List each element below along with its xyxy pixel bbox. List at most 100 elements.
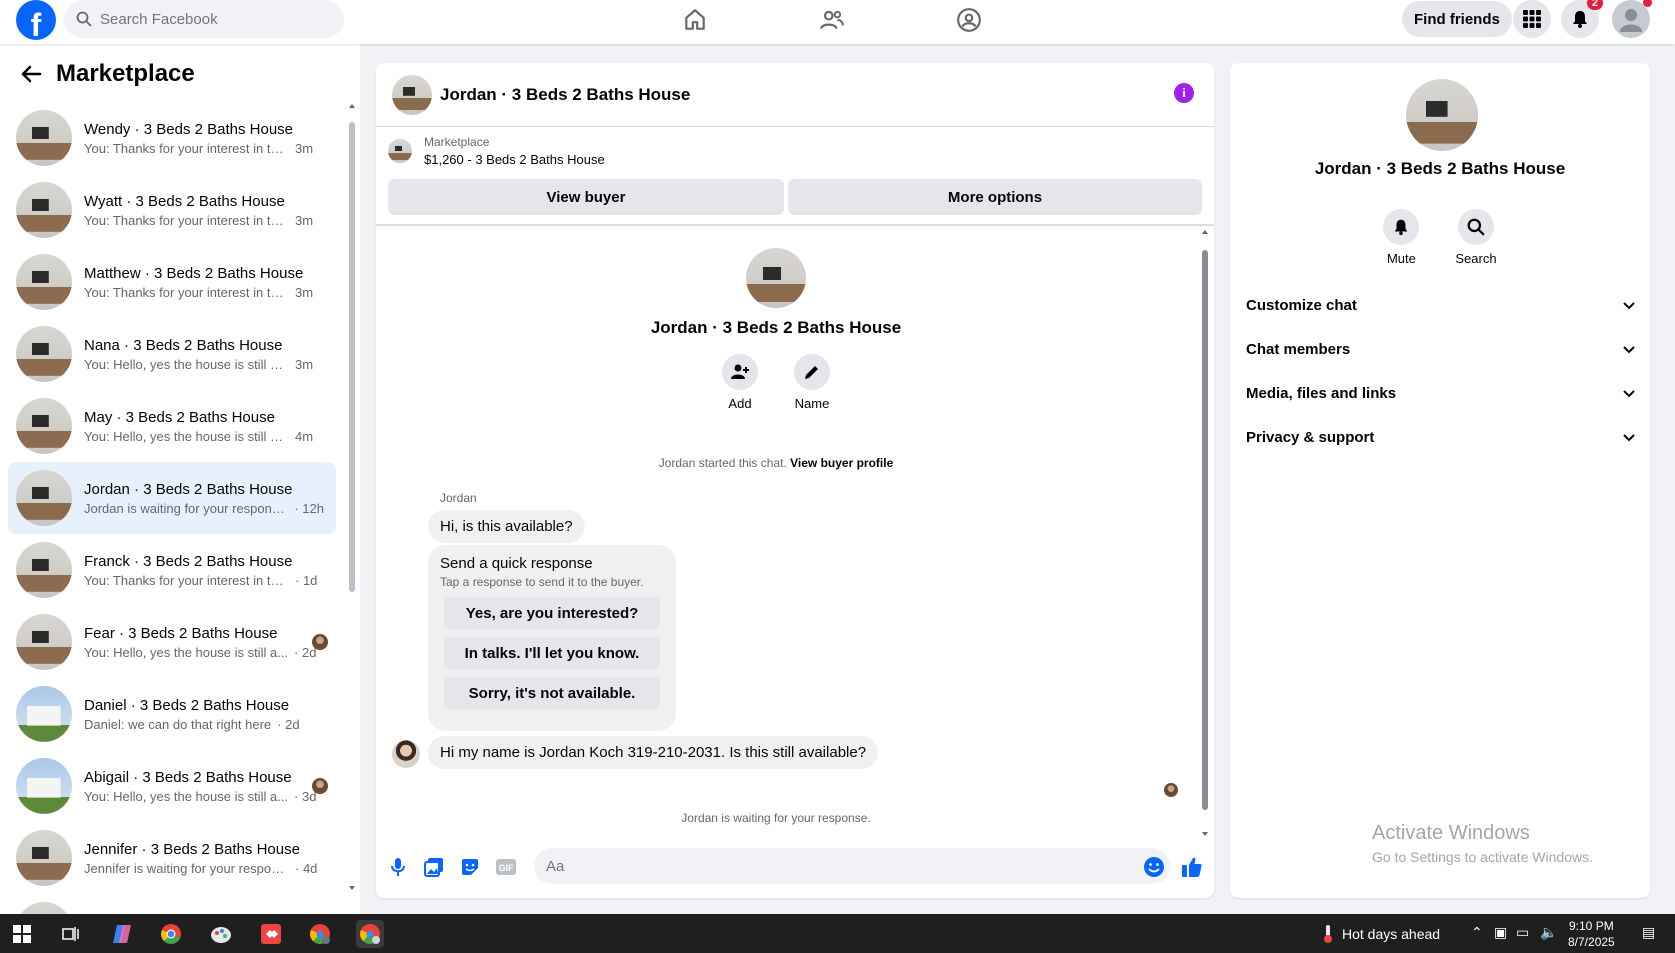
conversation-snippet-row: You: Hello, yes the house is still a... ·…: [84, 789, 324, 804]
conversation-item[interactable]: Franck · 3 Beds 2 Baths House You: Thanks…: [8, 534, 336, 606]
sidebar-scrollbar[interactable]: [348, 102, 356, 892]
conversation-name: Wendy · 3 Beds 2 Baths House: [84, 120, 294, 138]
quick-response-card: Send a quick response Tap a response to …: [428, 545, 676, 731]
chrome-profile-b-icon[interactable]: [306, 920, 334, 948]
notifications-icon[interactable]: ▤: [1642, 925, 1655, 941]
home-icon[interactable]: [675, 4, 715, 36]
scrollbar-thumb[interactable]: [1202, 250, 1208, 810]
search-input[interactable]: [100, 10, 320, 28]
conversation-item[interactable]: Abigail · 3 Beds 2 Baths House You: Hello…: [8, 750, 336, 822]
system-clock[interactable]: 9:10 PM 8/7/2025: [1568, 918, 1615, 950]
section-label: Media, files and links: [1246, 384, 1397, 402]
media-files-links-section[interactable]: Media, files and links: [1246, 373, 1636, 413]
conversation-text: Matthew · 3 Beds 2 Baths House You: Thank…: [84, 265, 324, 300]
add-people-button[interactable]: Add: [722, 354, 758, 411]
pencil-icon: [805, 366, 818, 379]
view-buyer-profile-link[interactable]: View buyer profile: [790, 456, 893, 470]
paint-app-icon[interactable]: [207, 920, 235, 948]
conversation-time: · 4d: [295, 860, 318, 876]
quick-response-title: Send a quick response: [440, 555, 593, 572]
conversation-name: Abigail · 3 Beds 2 Baths House: [84, 768, 292, 786]
conversation-item[interactable]: Wyatt · 3 Beds 2 Baths House You: Thanks …: [8, 174, 336, 246]
message-input[interactable]: [534, 848, 1170, 884]
conversation-snippet: You: Thanks for your interest in the ...: [84, 572, 289, 588]
conversation-snippet: You: Hello, yes the house is still a...: [84, 644, 289, 660]
profile-avatar[interactable]: [1612, 0, 1652, 38]
sidebar-header: Marketplace: [20, 60, 195, 88]
find-friends-button[interactable]: Find friends: [1402, 1, 1512, 37]
copilot-icon[interactable]: [108, 920, 136, 948]
photo-icon[interactable]: [422, 855, 446, 879]
facebook-logo[interactable]: f: [16, 0, 56, 40]
chat-scrollbar[interactable]: [1200, 228, 1210, 838]
view-buyer-button[interactable]: View buyer: [388, 179, 784, 215]
conversation-thumbnail: [16, 542, 72, 598]
menu-grid-icon[interactable]: [1513, 0, 1551, 38]
conversation-text: Wyatt · 3 Beds 2 Baths House You: Thanks …: [84, 193, 324, 228]
search-box[interactable]: [64, 0, 344, 38]
search-in-chat-button[interactable]: Search: [1455, 209, 1497, 266]
conversation-item[interactable]: Wendy · 3 Beds 2 Baths House You: Thanks …: [8, 102, 336, 174]
mute-button[interactable]: Mute: [1383, 209, 1420, 266]
conversation-thumbnail: [16, 110, 72, 166]
chat-title[interactable]: Jordan · 3 Beds 2 Baths House: [440, 85, 690, 105]
message-bubble[interactable]: Hi my name is Jordan Koch 319-210-2031. …: [428, 736, 879, 769]
sticker-icon[interactable]: [458, 855, 482, 879]
activate-windows-watermark: Activate Windows Go to Settings to activ…: [1372, 822, 1593, 865]
chrome-profile-active-icon[interactable]: [356, 920, 384, 948]
groups-icon[interactable]: [949, 4, 989, 36]
page-title: Marketplace: [56, 60, 195, 87]
conversation-time: 3m: [295, 140, 314, 156]
customize-chat-section[interactable]: Customize chat: [1246, 285, 1636, 325]
message-bubble[interactable]: Hi, is this available?: [428, 510, 585, 543]
conversation-item[interactable]: May · 3 Beds 2 Baths House You: Hello, ye…: [8, 390, 336, 462]
like-thumbs-up-icon[interactable]: [1180, 855, 1204, 879]
conversation-name: Franck · 3 Beds 2 Baths House: [84, 552, 293, 570]
privacy-support-section[interactable]: Privacy & support: [1246, 417, 1636, 457]
name-chat-button[interactable]: Name: [794, 354, 830, 411]
conversation-name: Matthew · 3 Beds 2 Baths House: [84, 264, 304, 282]
gif-icon[interactable]: GIF: [494, 855, 518, 879]
conversation-snippet-row: You: Thanks for your interest in the... 3…: [84, 141, 324, 156]
conversation-item[interactable]: Fear · 3 Beds 2 Baths House You: Hello, y…: [8, 606, 336, 678]
quick-response-not-available[interactable]: Sorry, it's not available.: [444, 677, 660, 709]
windows-start-icon[interactable]: [8, 920, 36, 948]
details-avatar[interactable]: [1406, 79, 1478, 151]
conversation-item[interactable]: Jordan · 3 Beds 2 Baths House Jordan is w…: [8, 462, 336, 534]
bell-icon[interactable]: 2: [1561, 0, 1603, 38]
quick-response-in-talks[interactable]: In talks. I'll let you know.: [444, 637, 660, 669]
volume-icon[interactable]: 🔈: [1540, 925, 1557, 941]
add-person-icon: [731, 364, 749, 379]
more-options-button[interactable]: More options: [788, 179, 1202, 215]
microphone-icon[interactable]: [386, 855, 410, 879]
conversation-snippet: You: Thanks for your interest in the...: [84, 140, 289, 156]
back-arrow-icon[interactable]: [20, 63, 42, 85]
friends-icon[interactable]: [812, 4, 852, 36]
network-icon[interactable]: ▭: [1516, 925, 1529, 941]
conversation-thumbnail: [16, 326, 72, 382]
chat-members-section[interactable]: Chat members: [1246, 329, 1636, 369]
marketplace-listing[interactable]: Marketplace $1,260 - 3 Beds 2 Baths Hous…: [388, 135, 605, 167]
conversation-item[interactable]: Nana · 3 Beds 2 Baths House You: Hello, y…: [8, 318, 336, 390]
quick-response-yes[interactable]: Yes, are you interested?: [444, 597, 660, 629]
quick-response-subtitle: Tap a response to send it to the buyer.: [440, 575, 644, 589]
intro-name: Jordan · 3 Beds 2 Baths House: [650, 318, 902, 337]
conversation-text: Jordan · 3 Beds 2 Baths House Jordan is w…: [84, 481, 324, 516]
emoji-icon[interactable]: [1142, 855, 1166, 879]
conversation-item[interactable]: Jennifer · 3 Beds 2 Baths House Jennifer …: [8, 822, 336, 894]
intro-avatar: [746, 248, 806, 308]
meet-now-icon[interactable]: ▣: [1494, 925, 1507, 941]
conversation-item[interactable]: Matthew · 3 Beds 2 Baths House You: Thank…: [8, 246, 336, 318]
chat-avatar[interactable]: [392, 74, 432, 115]
conversation-thumbnail: [16, 758, 72, 814]
seen-indicator: [1164, 783, 1178, 797]
scrollbar-thumb[interactable]: [349, 122, 355, 592]
chevron-up-icon[interactable]: ⌃: [1471, 925, 1483, 941]
anydesk-icon[interactable]: [257, 920, 285, 948]
chrome-icon[interactable]: [157, 920, 185, 948]
weather-widget[interactable]: Hot days ahead: [1322, 924, 1440, 944]
sender-avatar[interactable]: [392, 740, 420, 768]
task-view-icon[interactable]: [57, 920, 85, 948]
conversation-item[interactable]: Daniel · 3 Beds 2 Baths House Daniel: we …: [8, 678, 336, 750]
info-icon[interactable]: i: [1174, 83, 1194, 103]
